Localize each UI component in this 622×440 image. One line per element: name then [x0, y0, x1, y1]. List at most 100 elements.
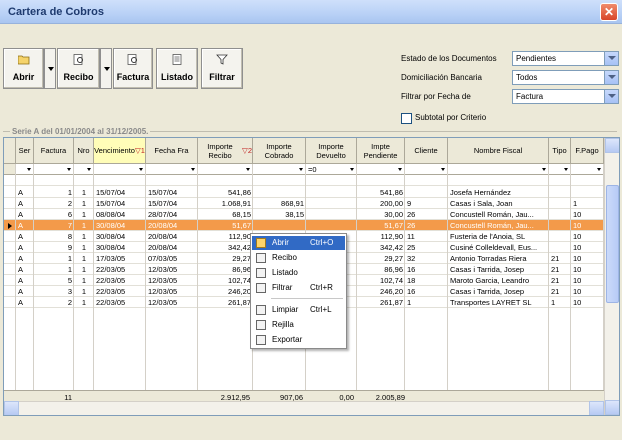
vertical-scrollbar[interactable] [604, 138, 619, 415]
column-header-imptependiente[interactable]: Impte Pendiente [357, 138, 405, 164]
table-cell: Josefa Hernández [450, 188, 511, 197]
table-row[interactable]: A 1 1 15/07/04 15/07/04 541,86 541,86 Josefa He… [4, 187, 604, 198]
listado-button[interactable]: Listado [156, 48, 198, 89]
fecha-label: Filtrar por Fecha de [401, 92, 471, 101]
menu-item-limpiar[interactable]: Limpiar Ctrl+L [252, 303, 345, 317]
column-header-importerecibo[interactable]: Importe Recibo ▽2 [198, 138, 253, 164]
filter-cell-fechafra[interactable] [146, 164, 198, 175]
menu-item-recibo[interactable]: Recibo [252, 251, 345, 265]
filter-cell-nombrefiscal[interactable] [448, 164, 549, 175]
close-button[interactable]: ✕ [600, 3, 618, 21]
menu-item-filtrar[interactable]: Filtrar Ctrl+R [252, 281, 345, 295]
filter-cell-cliente[interactable] [405, 164, 448, 175]
filter-cell-vencimiento[interactable] [94, 164, 146, 175]
table-row-selected[interactable]: A 7 1 30/08/04 20/08/04 51,67 51,67 26 Concustel… [4, 220, 604, 231]
abrir-button[interactable]: Abrir [3, 48, 44, 89]
column-header-importedevuelto[interactable]: Importe Devuelto [306, 138, 357, 164]
fecha-select[interactable]: Factura [512, 89, 619, 104]
table-cell: 12/03/05 [148, 287, 178, 296]
filter-cell-imptependiente[interactable] [357, 164, 405, 175]
table-cell: 30/08/04 [96, 221, 126, 230]
filter-cell-importecobrado[interactable] [253, 164, 306, 175]
table-cell: 1 [67, 265, 72, 274]
column-divider [15, 164, 16, 415]
list-icon [256, 268, 266, 278]
chevron-down-icon[interactable] [542, 168, 546, 171]
column-header-ser[interactable]: Ser [16, 138, 34, 164]
chevron-down-icon[interactable] [604, 90, 618, 103]
recibo-dropdown-arrow[interactable] [100, 48, 112, 89]
filter-cell-factura[interactable] [34, 164, 74, 175]
estado-select[interactable]: Pendientes [512, 51, 619, 66]
column-header-vencimiento[interactable]: Vencimiento ▽1 [94, 138, 146, 164]
table-cell: Concustell Román, Jau... [450, 221, 534, 230]
table-cell: 9 [67, 243, 72, 252]
chevron-down-icon[interactable] [597, 168, 601, 171]
horizontal-scrollbar[interactable] [4, 401, 604, 415]
subtotal-checkbox[interactable] [401, 113, 412, 124]
chevron-down-icon[interactable] [441, 168, 445, 171]
filter-cell-fpago[interactable] [571, 164, 604, 175]
table-cell: 541,86 [380, 188, 403, 197]
table-cell: 1 [81, 287, 87, 296]
filter-cell-nro[interactable] [74, 164, 94, 175]
filter-cell-ser[interactable] [16, 164, 34, 175]
table-cell: 11 [407, 232, 415, 241]
menu-item-listado[interactable]: Listado [252, 266, 345, 280]
table-cell: 22/03/05 [96, 265, 126, 274]
chevron-down-icon[interactable] [564, 168, 568, 171]
factura-button[interactable]: Factura [113, 48, 153, 89]
chevron-down-icon[interactable] [398, 168, 402, 171]
table-cell: 12/03/05 [148, 276, 178, 285]
table-cell: 1 [551, 298, 556, 307]
table-row[interactable]: A 2 1 15/07/04 15/07/04 1.068,91 868,91 200,00 9… [4, 198, 604, 209]
table-row[interactable] [4, 175, 604, 186]
table-row[interactable]: A 6 1 08/08/04 28/07/04 68,15 38,15 30,00 26 Conc… [4, 209, 604, 220]
table-cell: 1 [81, 254, 87, 263]
table-cell: 342,42 [380, 243, 403, 252]
chevron-down-icon[interactable] [139, 168, 143, 171]
recibo-button[interactable]: Recibo [57, 48, 100, 89]
table-cell: 246,20 [380, 287, 403, 296]
menu-item-exportar[interactable]: Exportar [252, 333, 345, 347]
scroll-right-button[interactable] [589, 401, 604, 415]
scroll-thumb[interactable] [606, 185, 619, 303]
table-cell: 51,67 [384, 221, 403, 230]
table-cell: 7 [67, 221, 72, 230]
column-header-fpago[interactable]: F.Pago [571, 138, 604, 164]
chevron-down-icon[interactable] [67, 168, 71, 171]
table-cell: Casas i Tarrida, Josep [450, 287, 525, 296]
chevron-down-icon[interactable] [27, 168, 31, 171]
chevron-down-icon[interactable] [299, 168, 303, 171]
chevron-down-icon[interactable] [191, 168, 195, 171]
chevron-down-icon[interactable] [604, 71, 618, 84]
column-header-nro[interactable]: Nro [74, 138, 94, 164]
chevron-down-icon[interactable] [87, 168, 91, 171]
column-header-factura[interactable]: Factura [34, 138, 74, 164]
column-divider [570, 164, 571, 415]
abrir-dropdown-arrow[interactable] [44, 48, 56, 89]
scroll-down-button[interactable] [605, 400, 619, 415]
export-icon [256, 335, 266, 345]
chevron-down-icon[interactable] [246, 168, 250, 171]
menu-item-rejilla[interactable]: Rejilla [252, 318, 345, 332]
menu-item-abrir[interactable]: Abrir Ctrl+O [252, 236, 345, 250]
filter-cell-importerecibo[interactable] [198, 164, 253, 175]
scroll-up-button[interactable] [605, 138, 619, 153]
scroll-left-button[interactable] [4, 401, 19, 415]
table-cell: 30,00 [384, 210, 403, 219]
table-cell: 10 [573, 254, 582, 263]
filter-cell-tipo[interactable] [549, 164, 571, 175]
filter-cell-importedevuelto[interactable]: =0 [306, 164, 357, 175]
column-header-nombrefiscal[interactable]: Nombre Fiscal [448, 138, 549, 164]
column-header-fechafra[interactable]: Fecha Fra [146, 138, 198, 164]
table-cell: 10 [573, 287, 582, 296]
filtrar-button[interactable]: Filtrar [201, 48, 243, 89]
column-header-importecobrado[interactable]: Importe Cobrado [253, 138, 306, 164]
column-header-tipo[interactable]: Tipo [549, 138, 571, 164]
menu-separator [271, 298, 343, 299]
chevron-down-icon[interactable] [350, 168, 354, 171]
domiciliacion-select[interactable]: Todos [512, 70, 619, 85]
chevron-down-icon[interactable] [604, 52, 618, 65]
column-header-cliente[interactable]: Cliente [405, 138, 448, 164]
